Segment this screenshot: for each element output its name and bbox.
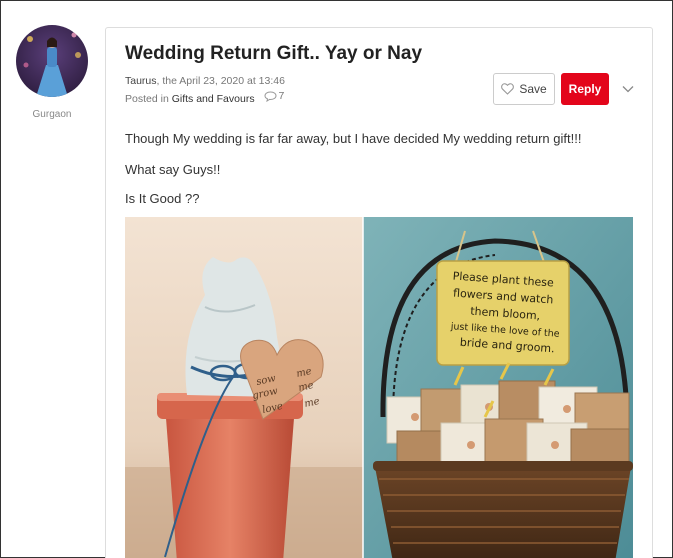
more-options-button[interactable] xyxy=(619,80,637,98)
comment-count[interactable]: 7 xyxy=(263,89,285,104)
author-username[interactable]: Taurus xyxy=(125,75,157,87)
save-button-label: Save xyxy=(519,82,547,96)
save-button[interactable]: Save xyxy=(493,73,555,105)
chevron-down-icon xyxy=(622,86,634,93)
post-image[interactable]: sow grow love me me me Please plant thes… xyxy=(125,217,633,558)
heart-icon xyxy=(501,83,515,95)
comment-bubble-icon xyxy=(263,91,277,102)
author-location: Gurgaon xyxy=(32,109,72,120)
reply-button[interactable]: Reply xyxy=(561,73,609,105)
posted-in-label: Posted in xyxy=(125,93,169,105)
post-paragraph: Though My wedding is far far away, but I… xyxy=(125,131,582,146)
category-link[interactable]: Gifts and Favours xyxy=(172,93,255,105)
post-paragraph: Is It Good ?? xyxy=(125,191,200,206)
post-meta: Taurus, the April 23, 2020 at 13:46 Post… xyxy=(125,74,285,107)
avatar[interactable] xyxy=(16,25,88,97)
post-date: , the April 23, 2020 at 13:46 xyxy=(156,75,285,87)
comment-count-value: 7 xyxy=(278,90,285,102)
post-title: Wedding Return Gift.. Yay or Nay xyxy=(125,43,423,64)
post-paragraph: What say Guys!! xyxy=(125,162,221,177)
author-column: Gurgaon xyxy=(15,25,89,120)
post-card: Wedding Return Gift.. Yay or Nay Taurus,… xyxy=(105,27,653,558)
